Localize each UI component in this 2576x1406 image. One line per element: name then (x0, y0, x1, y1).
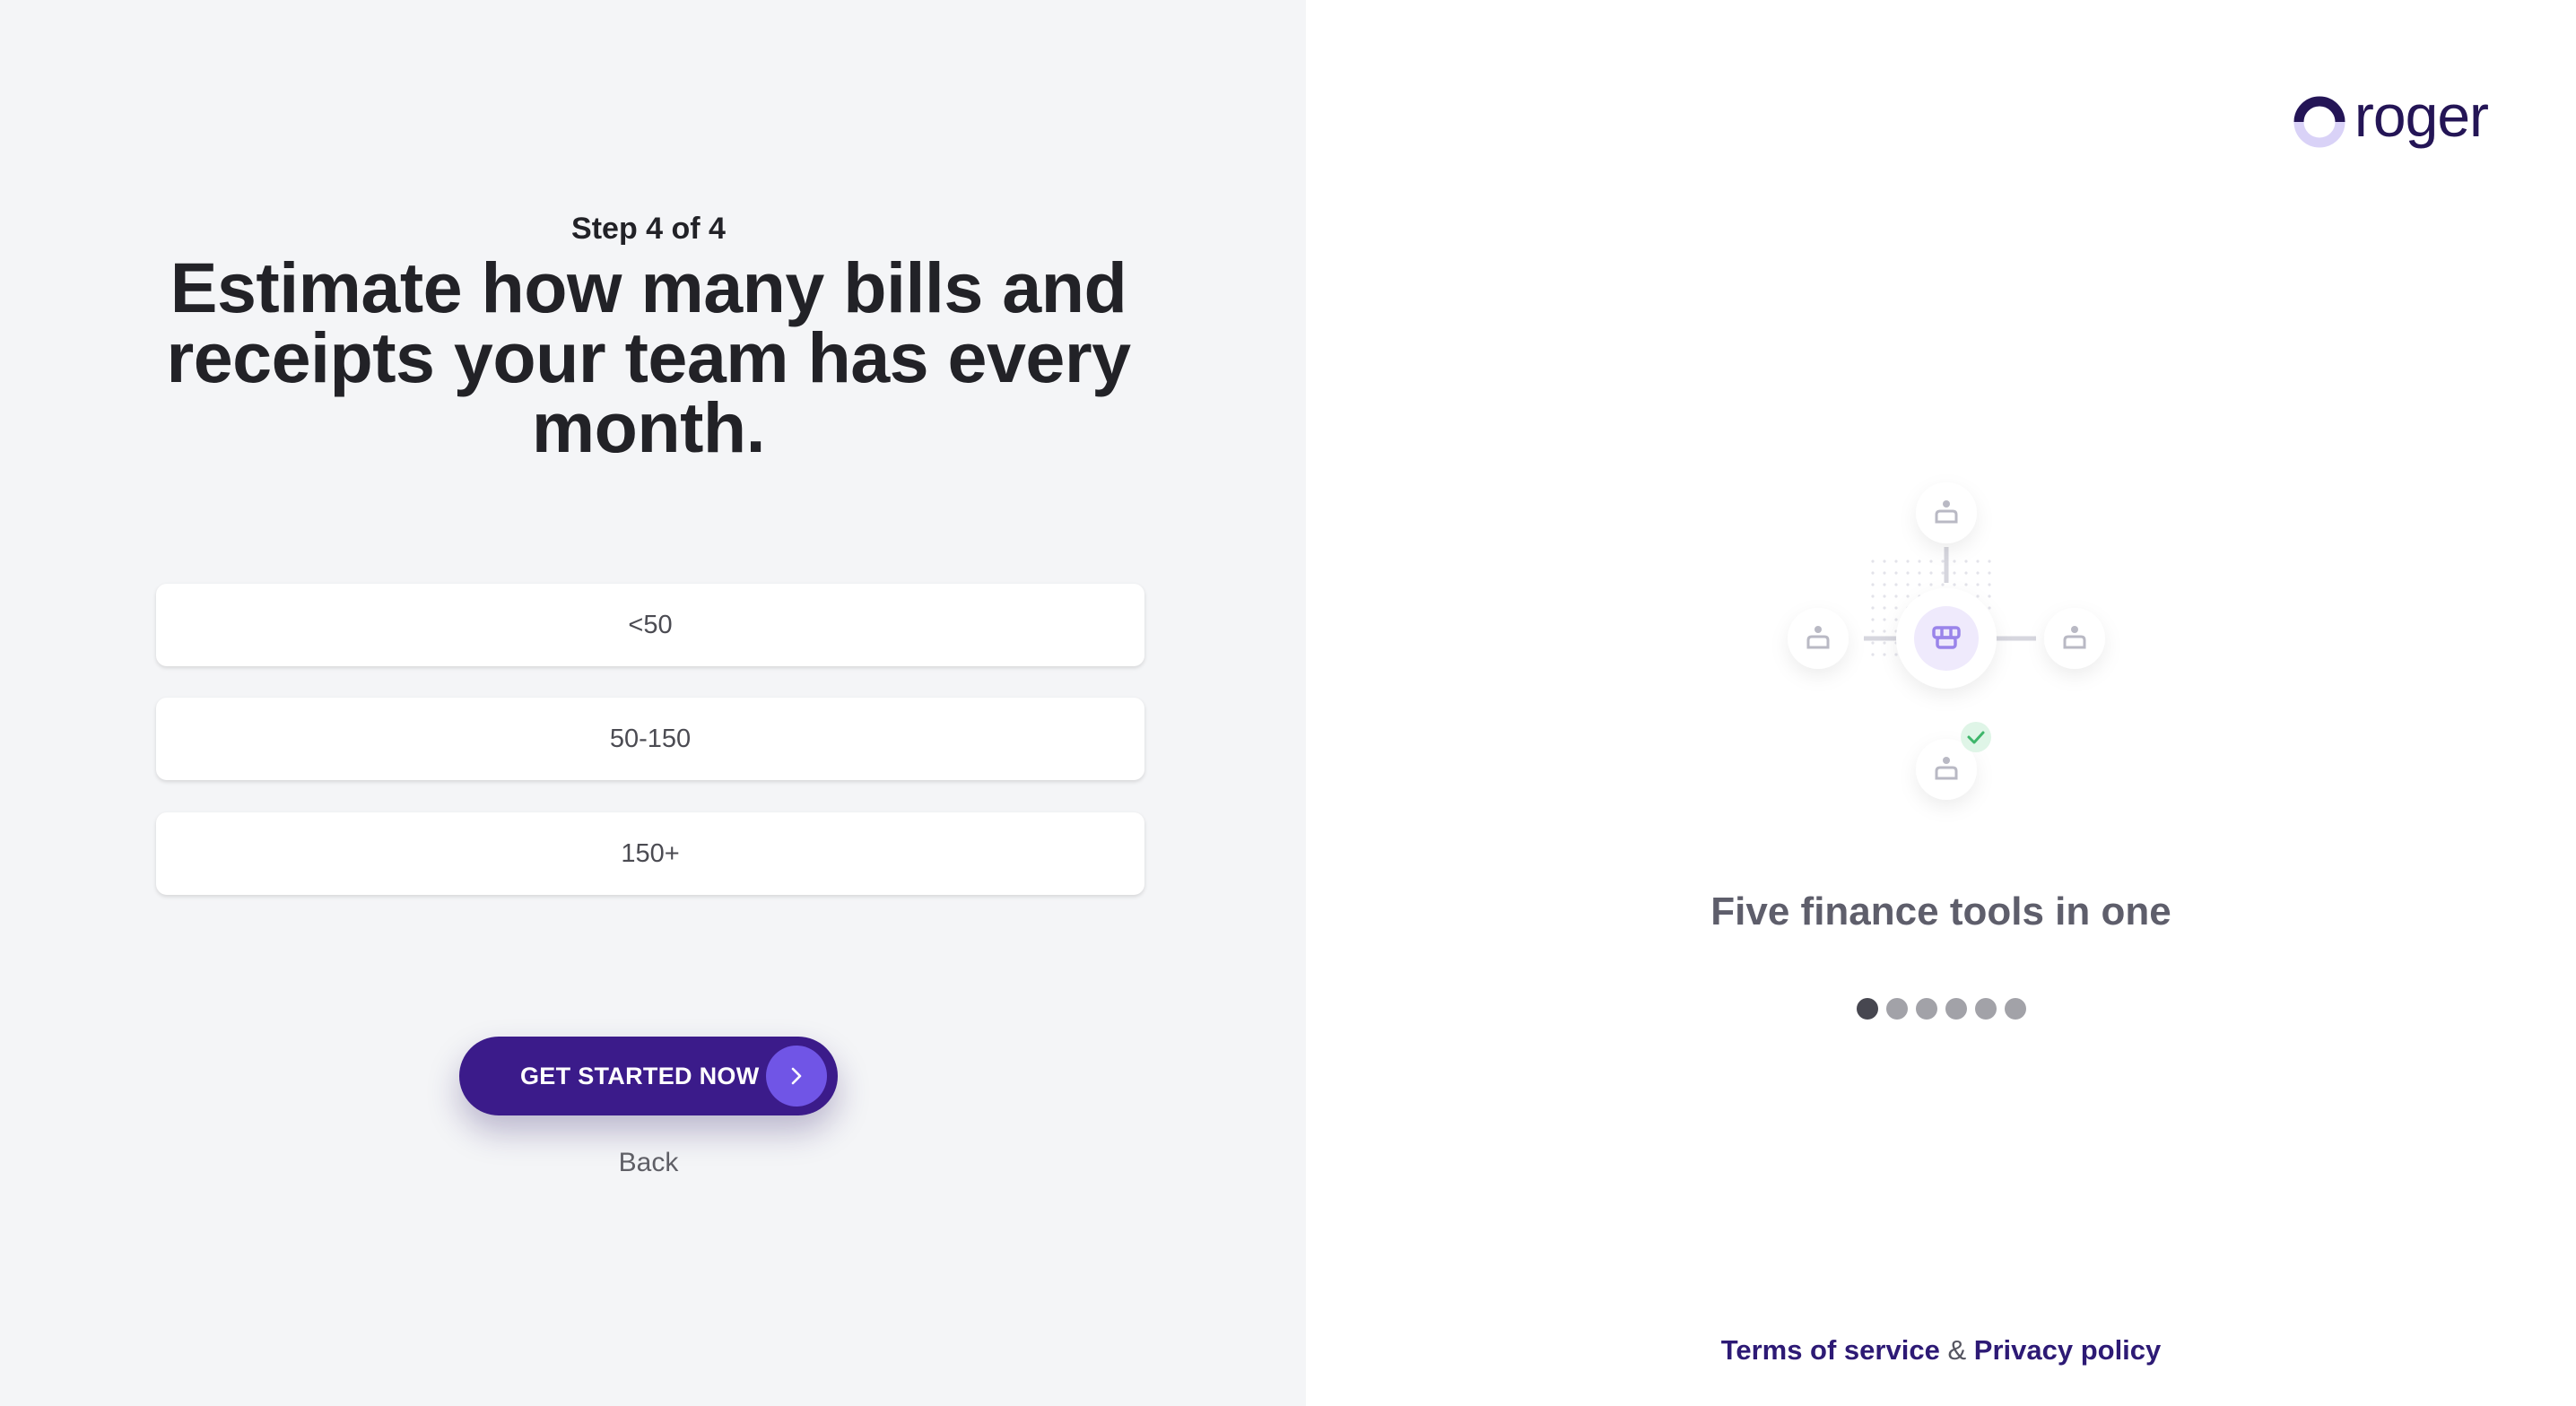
option-under-50[interactable]: <50 (156, 584, 1144, 666)
option-label: 50-150 (609, 724, 692, 753)
legal-footer: Terms of service & Privacy policy (1306, 1334, 2576, 1367)
option-150-plus[interactable]: 150+ (156, 812, 1144, 895)
carousel-dot[interactable] (1916, 998, 1937, 1020)
footer-separator: & (1947, 1334, 1967, 1366)
carousel-dot[interactable] (1857, 998, 1878, 1020)
chevron-right-icon (766, 1046, 827, 1107)
option-label: <50 (628, 610, 673, 639)
roger-logo-mark-icon (2293, 96, 2345, 148)
carousel-tagline: Five finance tools in one (1710, 890, 2171, 933)
carousel-dot[interactable] (2005, 998, 2026, 1020)
roger-logo: roger (2292, 82, 2489, 158)
carousel-dot[interactable] (1945, 998, 1967, 1020)
logo-wordmark: roger (2354, 82, 2489, 149)
back-link[interactable]: Back (0, 1148, 1297, 1178)
step-indicator: Step 4 of 4 (571, 212, 726, 246)
onboarding-panel: Step 4 of 4 Estimate how many bills and … (0, 0, 1306, 1406)
finance-tools-illustration (1788, 482, 2105, 800)
option-50-150[interactable]: 50-150 (156, 698, 1144, 780)
terms-of-service-link[interactable]: Terms of service (1721, 1334, 1940, 1366)
carousel-dot[interactable] (1886, 998, 1908, 1020)
carousel-dot[interactable] (1975, 998, 1997, 1020)
privacy-policy-link[interactable]: Privacy policy (1974, 1334, 2162, 1366)
option-label: 150+ (621, 838, 680, 868)
get-started-label: GET STARTED NOW (520, 1063, 760, 1089)
get-started-button[interactable]: GET STARTED NOW (459, 1037, 838, 1115)
page-title: Estimate how many bills and receipts you… (166, 247, 1131, 467)
carousel-pagination (1857, 998, 2026, 1020)
